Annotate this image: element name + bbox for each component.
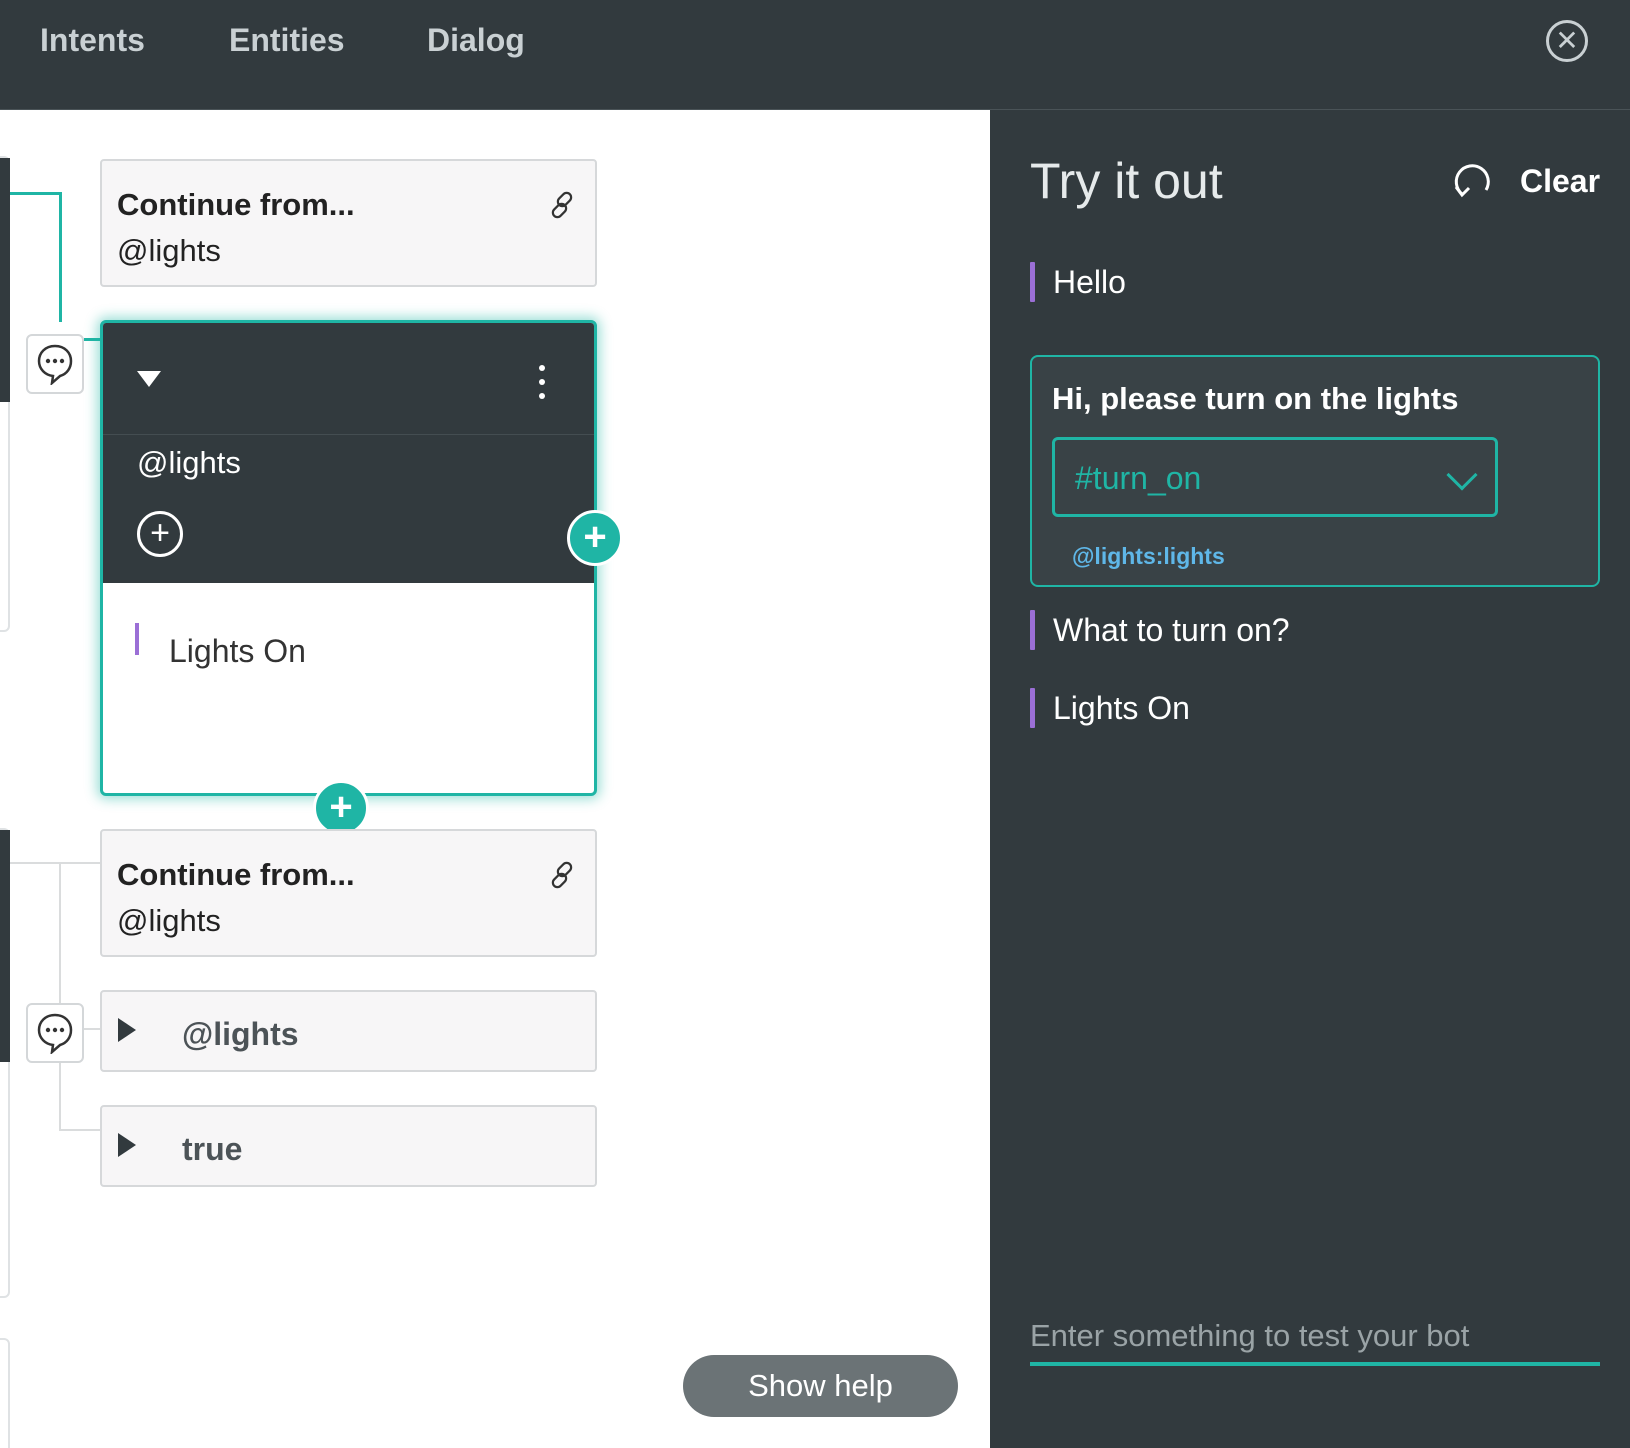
show-help-button[interactable]: Show help	[683, 1355, 958, 1417]
continue-from-title: Continue from...	[117, 187, 355, 222]
bot-message: Hello	[1030, 262, 1126, 302]
continue-from-card[interactable]: Continue from... @lights	[100, 829, 597, 957]
connector-line	[84, 338, 100, 341]
response-marker	[135, 623, 139, 655]
try-it-out-panel: Try it out Clear Hello Hi, please turn o…	[990, 110, 1630, 1448]
bot-message-text: Lights On	[1053, 689, 1190, 726]
node-editor-header: @lights +	[103, 323, 594, 583]
continue-from-condition: @lights	[117, 233, 221, 268]
continue-from-title: Continue from...	[117, 857, 355, 892]
node-title-bar	[103, 323, 594, 435]
panel-title: Try it out	[1030, 153, 1223, 209]
user-message-card: Hi, please turn on the lights #turn_on @…	[1030, 355, 1600, 587]
tab-intents[interactable]: Intents	[40, 22, 145, 59]
close-icon[interactable]: ✕	[1546, 20, 1588, 62]
bot-message-marker	[1030, 262, 1035, 302]
node-condition[interactable]: @lights	[137, 445, 241, 481]
expand-arrow-icon[interactable]	[118, 1018, 136, 1042]
bot-message: What to turn on?	[1030, 610, 1290, 650]
expand-arrow-icon[interactable]	[118, 1133, 136, 1157]
collapse-arrow-icon[interactable]	[137, 371, 161, 387]
bot-message-text: What to turn on?	[1053, 611, 1290, 648]
connector-line	[59, 192, 62, 322]
connector-line	[10, 192, 62, 195]
clear-button[interactable]: Clear	[1452, 158, 1600, 204]
chat-bubble-icon[interactable]	[26, 1003, 84, 1063]
entity-tag[interactable]: @lights:lights	[1072, 543, 1225, 570]
node-condition: @lights	[182, 1016, 299, 1052]
bot-message-marker	[1030, 610, 1035, 650]
refresh-icon	[1454, 164, 1490, 198]
node-response[interactable]: Lights On	[169, 633, 306, 670]
tab-entities[interactable]: Entities	[229, 22, 345, 59]
connector-line	[59, 1129, 100, 1131]
dialog-node-lights[interactable]: @lights	[100, 990, 597, 1072]
continue-from-card[interactable]: Continue from... @lights	[100, 159, 597, 287]
connector-line	[84, 1028, 100, 1030]
chat-bubble-icon[interactable]	[26, 334, 84, 394]
parent-node-edge-header	[0, 830, 10, 1062]
parent-node-edge[interactable]	[0, 1338, 10, 1448]
link-icon[interactable]	[547, 189, 579, 221]
add-condition-icon[interactable]: +	[137, 511, 183, 557]
top-nav: Intents Entities Dialog ✕	[0, 0, 1630, 110]
add-sibling-node-button[interactable]: +	[313, 780, 369, 836]
more-options-icon[interactable]	[535, 365, 549, 405]
link-icon[interactable]	[547, 859, 579, 891]
parent-node-edge-header	[0, 158, 10, 402]
chevron-down-icon	[1446, 459, 1478, 491]
test-bot-input[interactable]	[1030, 1310, 1600, 1366]
add-child-node-button[interactable]: +	[567, 510, 623, 566]
connector-line	[10, 862, 100, 864]
selected-dialog-node[interactable]: @lights + Lights On	[100, 320, 597, 796]
user-message-text: Hi, please turn on the lights	[1052, 381, 1459, 416]
tab-dialog[interactable]: Dialog	[427, 22, 525, 59]
intent-value: #turn_on	[1075, 460, 1202, 496]
bot-message: Lights On	[1030, 688, 1190, 728]
clear-label: Clear	[1520, 162, 1601, 199]
connector-line	[59, 862, 61, 1130]
node-condition: true	[182, 1131, 243, 1167]
intent-dropdown[interactable]: #turn_on	[1052, 437, 1498, 517]
bot-message-marker	[1030, 688, 1035, 728]
dialog-canvas: Continue from... @lights @lights + Light…	[0, 110, 990, 1448]
dialog-node-true[interactable]: true	[100, 1105, 597, 1187]
continue-from-condition: @lights	[117, 903, 221, 938]
bot-message-text: Hello	[1053, 263, 1126, 300]
